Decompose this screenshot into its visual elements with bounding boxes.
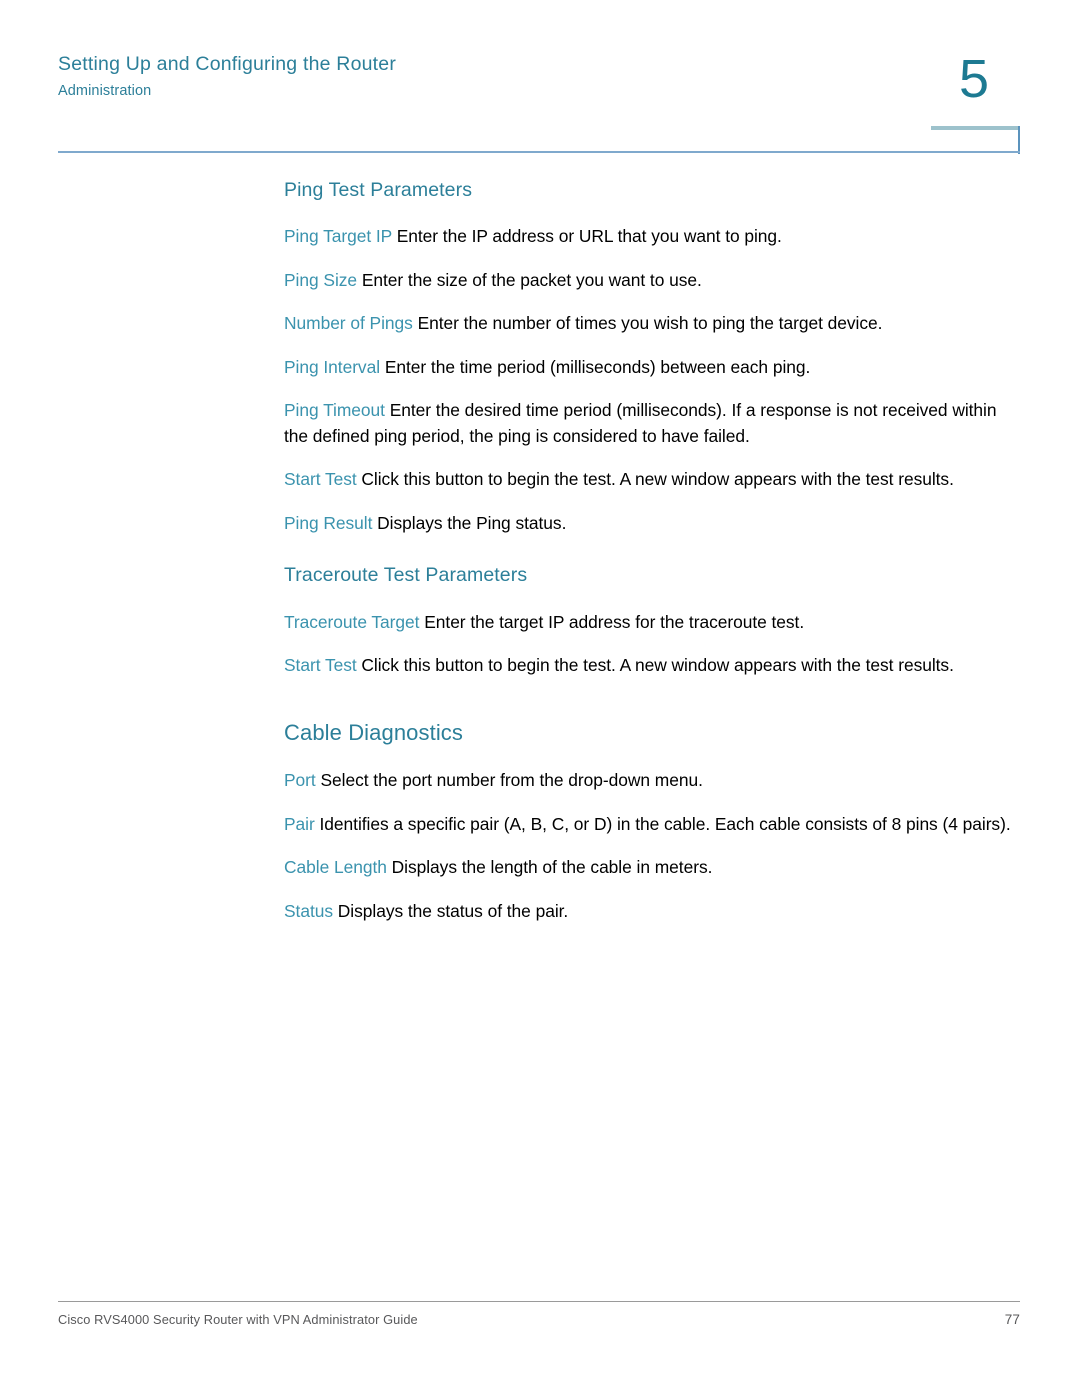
term-description: Displays the length of the cable in mete… [386, 857, 713, 878]
heading-ping-test-parameters: Ping Test Parameters [284, 179, 473, 201]
term-label: Ping Result [284, 512, 373, 533]
definition-start-test-traceroute: Start Test Click this button to begin th… [284, 653, 1014, 679]
term-description: Identifies a specific pair (A, B, C, or … [314, 813, 1011, 834]
term-label: Traceroute Target [284, 611, 420, 632]
definition-ping-size: Ping Size Enter the size of the packet y… [284, 268, 1014, 294]
definition-pair: Pair Identifies a specific pair (A, B, C… [284, 812, 1014, 838]
definition-start-test-ping: Start Test Click this button to begin th… [284, 467, 1014, 493]
term-label: Ping Interval [284, 356, 381, 377]
term-label: Pair [284, 813, 315, 834]
term-label: Cable Length [284, 857, 387, 878]
page-content: Ping Test Parameters Ping Target IP Ente… [284, 178, 1014, 924]
term-description: Enter the time period (milliseconds) bet… [380, 356, 811, 377]
term-label: Number of Pings [284, 313, 413, 334]
term-description: Displays the Ping status. [372, 512, 567, 533]
page-header: Setting Up and Configuring the Router Ad… [58, 52, 1018, 101]
definition-cable-length: Cable Length Displays the length of the … [284, 855, 1014, 881]
definition-ping-interval: Ping Interval Enter the time period (mil… [284, 355, 1014, 381]
page-footer: Cisco RVS4000 Security Router with VPN A… [58, 1312, 1020, 1327]
term-label: Ping Target IP [284, 226, 392, 247]
term-description: Select the port number from the drop-dow… [315, 770, 703, 791]
term-label: Ping Timeout [284, 400, 385, 421]
definition-port: Port Select the port number from the dro… [284, 768, 1014, 794]
header-chapter-title: Setting Up and Configuring the Router [58, 53, 397, 75]
definition-number-of-pings: Number of Pings Enter the number of time… [284, 311, 1014, 337]
term-label: Ping Size [284, 269, 358, 290]
footer-divider-rule [58, 1301, 1020, 1302]
term-description: Displays the status of the pair. [333, 900, 569, 921]
definition-traceroute-target: Traceroute Target Enter the target IP ad… [284, 610, 1014, 636]
header-divider-rule [58, 151, 1020, 153]
term-description: Click this button to begin the test. A n… [356, 469, 954, 490]
heading-traceroute-test-parameters: Traceroute Test Parameters [284, 564, 528, 587]
term-description: Enter the target IP address for the trac… [419, 611, 805, 632]
chapter-number-right-rule [1018, 126, 1020, 154]
term-description: Enter the size of the packet you want to… [357, 269, 702, 290]
term-description: Enter the number of times you wish to pi… [412, 313, 883, 334]
definition-ping-target-ip: Ping Target IP Enter the IP address or U… [284, 224, 1014, 250]
chapter-number-top-rule [931, 126, 1020, 130]
definition-status: Status Displays the status of the pair. [284, 899, 1014, 925]
chapter-number: 5 [958, 49, 990, 109]
term-label: Start Test [284, 655, 357, 676]
term-label: Status [284, 900, 334, 921]
term-label: Port [284, 770, 316, 791]
document-page: Setting Up and Configuring the Router Ad… [0, 0, 1080, 1397]
footer-page-number: 77 [1004, 1312, 1020, 1327]
header-section-title: Administration [58, 83, 152, 100]
definition-ping-result: Ping Result Displays the Ping status. [284, 511, 1014, 537]
footer-guide-title: Cisco RVS4000 Security Router with VPN A… [58, 1312, 418, 1327]
term-label: Start Test [284, 469, 357, 490]
heading-cable-diagnostics: Cable Diagnostics [284, 719, 464, 745]
definition-ping-timeout: Ping Timeout Enter the desired time peri… [284, 398, 1014, 449]
term-description: Enter the IP address or URL that you wan… [391, 226, 782, 247]
term-description: Enter the desired time period (milliseco… [284, 400, 997, 446]
term-description: Click this button to begin the test. A n… [356, 655, 954, 676]
